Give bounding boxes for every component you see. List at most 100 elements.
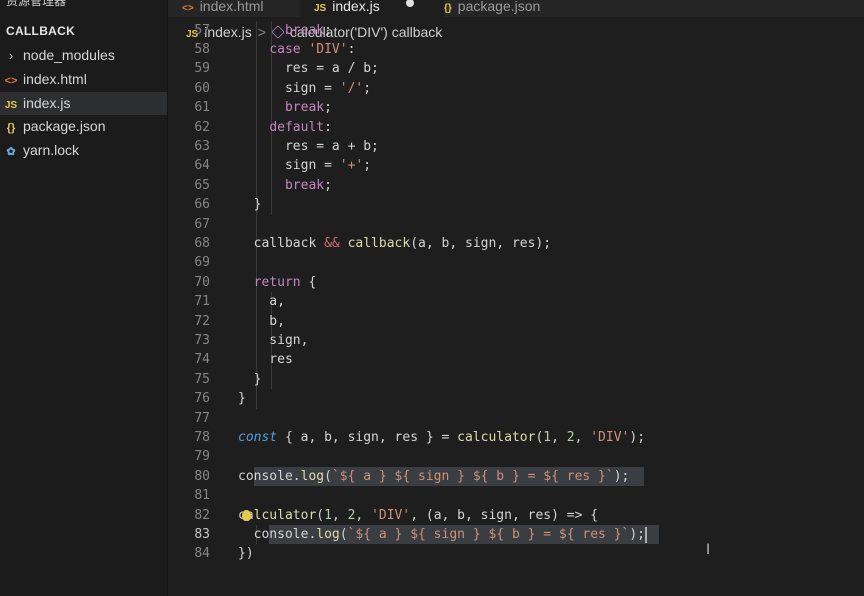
code-line[interactable]: 66 } <box>168 195 864 214</box>
tab-label: package.json <box>457 0 541 14</box>
code-text: res <box>238 352 293 368</box>
explorer-item-index-js[interactable]: JS index.js <box>0 91 167 115</box>
code-line[interactable]: 78 const { a, b, sign, res } = calculator… <box>168 428 864 447</box>
code-text: default: <box>269 119 332 135</box>
explorer-item-node-modules[interactable]: › node_modules <box>0 44 167 67</box>
code-line[interactable]: 63 res = a + b; <box>168 137 864 156</box>
json-file-icon: {} <box>444 3 452 14</box>
line-number: 68 <box>194 236 210 251</box>
code-line[interactable]: 73 sign, <box>168 331 864 350</box>
line-number: 84 <box>194 546 210 562</box>
line-number: 82 <box>194 507 210 523</box>
line-number: 80 <box>194 468 210 484</box>
code-text: case 'DIV': <box>269 42 356 57</box>
code-text: sign, <box>238 333 309 348</box>
tab-label: index.html <box>199 0 264 14</box>
tab-label: index.js <box>332 0 380 14</box>
code-line[interactable]: 69 <box>168 253 864 272</box>
code-text: break; <box>284 177 332 193</box>
tab-package-json[interactable]: {} package.json <box>444 0 594 17</box>
js-file-icon: JS <box>4 99 18 111</box>
tab-bar: <> index.html JS index.js {} package.json <box>168 0 864 17</box>
code-line[interactable]: 75 } <box>168 370 864 389</box>
line-number: 65 <box>194 177 210 193</box>
line-number: 69 <box>194 255 210 271</box>
code-text: callback && callback(a, b, sign, res); <box>238 236 552 251</box>
line-number: 64 <box>194 158 210 174</box>
code-line[interactable]: 60 sign = '/'; <box>168 79 864 98</box>
line-number: 63 <box>194 139 210 154</box>
explorer-title: 资源管理器 <box>6 0 67 8</box>
line-number: 79 <box>194 449 210 465</box>
line-number: 81 <box>194 488 210 504</box>
code-text: break; <box>284 100 332 116</box>
code-line[interactable]: 84}) <box>168 544 864 563</box>
line-number: 58 <box>194 42 210 57</box>
text-cursor-icon: I <box>706 542 711 558</box>
code-text: } <box>238 391 246 407</box>
unsaved-dot-icon[interactable] <box>405 0 414 8</box>
explorer-section-callback[interactable]: CALLBACK <box>6 24 75 38</box>
code-text: break; <box>284 22 332 38</box>
line-number: 83 <box>194 527 210 542</box>
code-text: const { a, b, sign, res } = calculator(1… <box>238 430 646 445</box>
code-line[interactable]: 76} <box>168 389 864 408</box>
code-line[interactable]: 61 break; <box>168 98 864 117</box>
json-file-icon: {} <box>6 122 16 135</box>
code-line[interactable]: 77 <box>168 409 864 428</box>
code-line[interactable]: 79 <box>168 447 864 466</box>
line-number: 70 <box>194 274 210 290</box>
explorer-item-index-html[interactable]: <> index.html <box>0 68 167 91</box>
js-file-icon: JS <box>314 3 327 14</box>
code-text: sign = '+'; <box>238 158 372 174</box>
code-line[interactable]: 65 break; <box>168 176 864 195</box>
line-number: 71 <box>194 294 210 310</box>
chevron-right-icon: › <box>8 48 14 63</box>
code-line[interactable]: 70 return { <box>168 273 864 292</box>
tab-index-js[interactable]: JS index.js <box>300 0 444 17</box>
more-actions-icon[interactable]: ··· <box>137 0 154 6</box>
code-text: sign = '/'; <box>238 80 372 96</box>
code-line[interactable]: 74 res <box>168 350 864 369</box>
code-text: } <box>238 197 262 213</box>
tab-index-html[interactable]: <> index.html <box>182 0 300 17</box>
code-line[interactable]: 68 callback && callback(a, b, sign, res)… <box>168 234 864 253</box>
code-line[interactable]: 67 <box>168 215 864 234</box>
line-number: 57 <box>194 22 210 38</box>
code-text: res = a + b; <box>238 139 379 154</box>
line-number: 67 <box>194 216 210 232</box>
lightbulb-icon[interactable] <box>242 509 251 521</box>
code-text: calculator(1, 2, 'DIV', (a, b, sign, res… <box>238 507 599 523</box>
code-editor[interactable]: 57 break; 58 case 'DIV': 59 res = a / b; 60… <box>168 20 864 596</box>
code-line[interactable]: 71 a, <box>168 292 864 311</box>
code-text: console.log(`${ a } ${ sign } ${ b } = $… <box>238 527 646 542</box>
line-number: 78 <box>194 430 210 445</box>
html-file-icon: <> <box>4 74 18 87</box>
code-line[interactable]: 82 calculator(1, 2, 'DIV', (a, b, sign, r… <box>168 506 864 525</box>
explorer-item-label: yarn.lock <box>23 142 80 159</box>
code-line[interactable]: 81 <box>168 486 864 505</box>
explorer-item-label: index.js <box>23 94 71 111</box>
code-text: a, <box>238 294 285 310</box>
line-number: 74 <box>194 352 210 368</box>
code-line[interactable]: 72 b, <box>168 312 864 331</box>
line-number: 60 <box>194 80 210 96</box>
code-text: b, <box>238 313 285 329</box>
html-file-icon: <> <box>182 3 194 14</box>
code-line[interactable]: 80 console.log(`${ a } ${ sign } ${ b } =… <box>168 467 864 486</box>
explorer-item-label: package.json <box>23 118 106 135</box>
explorer-item-yarn-lock[interactable]: ✿ yarn.lock <box>0 139 167 162</box>
line-number: 61 <box>194 100 210 116</box>
code-line[interactable]: 62 default: <box>168 118 864 137</box>
code-line[interactable]: 64 sign = '+'; <box>168 156 864 175</box>
code-line[interactable]: 57 break; <box>168 21 864 40</box>
code-line[interactable]: 59 res = a / b; <box>168 59 864 78</box>
line-number: 62 <box>194 119 210 135</box>
explorer-item-package-json[interactable]: {} package.json <box>0 115 167 138</box>
line-number: 75 <box>194 371 210 387</box>
code-text: res = a / b; <box>238 61 379 77</box>
line-number: 76 <box>194 391 210 407</box>
code-line[interactable]: 58 case 'DIV': <box>168 40 864 59</box>
code-line[interactable]: 83 console.log(`${ a } ${ sign } ${ b } … <box>168 525 864 544</box>
line-number: 66 <box>194 197 210 213</box>
